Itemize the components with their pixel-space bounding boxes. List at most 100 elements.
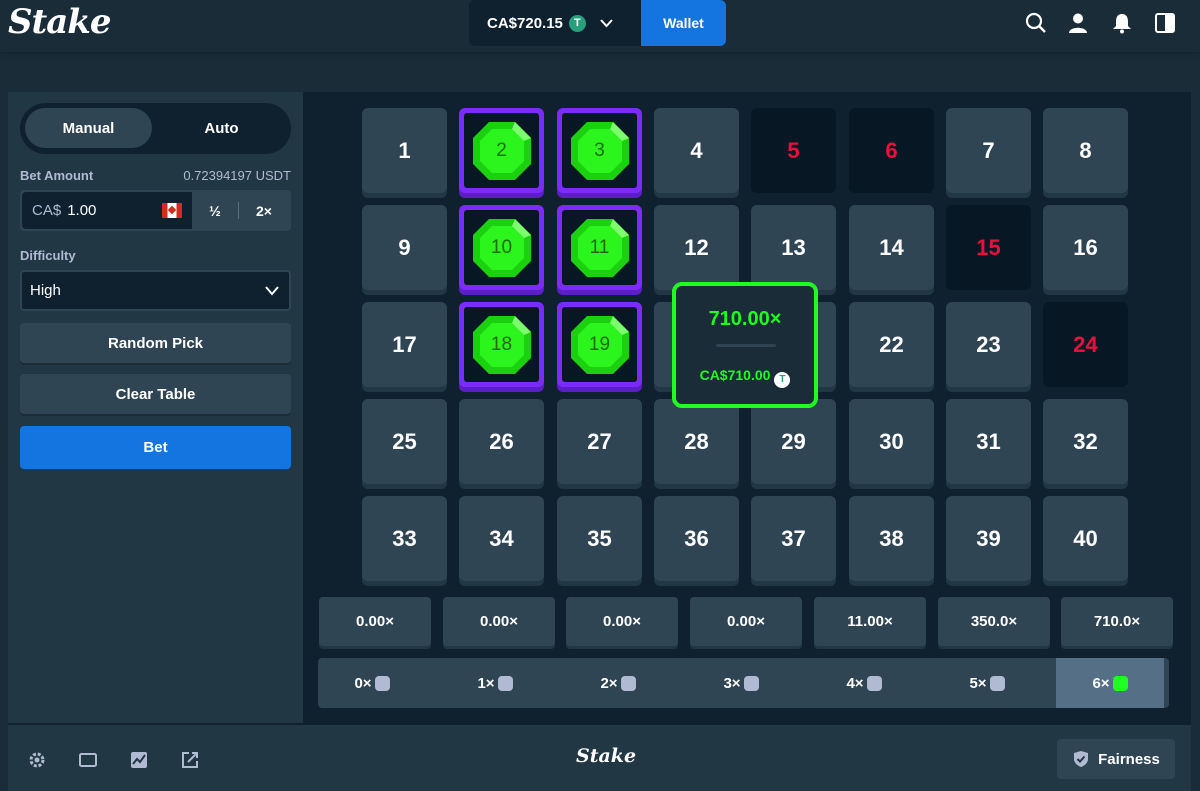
keno-tile-31[interactable]: 31 xyxy=(946,399,1031,484)
keno-tile-36[interactable]: 36 xyxy=(654,496,739,581)
keno-tile-30[interactable]: 30 xyxy=(849,399,934,484)
keno-tile-11[interactable]: 11 xyxy=(557,205,642,290)
balance-selector[interactable]: CA$720.15 T xyxy=(469,0,641,46)
tile-inner: 2 xyxy=(464,113,539,188)
hits-label: 1× xyxy=(477,674,495,692)
mode-toggle: Manual Auto xyxy=(20,103,291,154)
tile-number: 22 xyxy=(879,331,904,357)
keno-tile-1[interactable]: 1 xyxy=(362,108,447,193)
tile-number: 3 xyxy=(594,139,605,161)
payout-multiplier: 0.00× xyxy=(443,597,555,646)
keno-tile-12[interactable]: 12 xyxy=(654,205,739,290)
settings-icon[interactable] xyxy=(28,751,46,769)
keno-tile-17[interactable]: 17 xyxy=(362,302,447,387)
keno-tile-33[interactable]: 33 xyxy=(362,496,447,581)
tile-number: 28 xyxy=(684,428,709,454)
keno-tile-38[interactable]: 38 xyxy=(849,496,934,581)
keno-tile-3[interactable]: 3 xyxy=(557,108,642,193)
half-bet-button[interactable]: ½ xyxy=(192,192,238,229)
top-bar: Stake CA$720.15 T Wallet xyxy=(0,0,1200,52)
stats-icon[interactable] xyxy=(130,751,148,769)
tile-inner: 3 xyxy=(562,113,637,188)
keno-tile-29[interactable]: 29 xyxy=(751,399,836,484)
keno-tile-27[interactable]: 27 xyxy=(557,399,642,484)
hits-cell: 4× xyxy=(810,658,918,708)
sidebar-toggle-icon[interactable] xyxy=(1154,12,1176,34)
tab-manual[interactable]: Manual xyxy=(25,108,152,148)
win-amount: CA$710.00 T xyxy=(676,367,814,388)
tile-inner: 19 xyxy=(562,307,637,382)
hits-bar: 0× 1× 2× 3× 4× 5× 6× xyxy=(318,658,1169,708)
keno-tile-18[interactable]: 18 xyxy=(459,302,544,387)
hits-label: 6× xyxy=(1092,674,1110,692)
keno-tile-23[interactable]: 23 xyxy=(946,302,1031,387)
double-bet-button[interactable]: 2× xyxy=(240,192,288,229)
user-icon[interactable] xyxy=(1067,12,1089,34)
keno-tile-5[interactable]: 5 xyxy=(751,108,836,193)
tile-number: 9 xyxy=(398,234,411,260)
chevron-down-icon xyxy=(600,16,613,31)
keno-tile-8[interactable]: 8 xyxy=(1043,108,1128,193)
keno-tile-7[interactable]: 7 xyxy=(946,108,1031,193)
keno-tile-14[interactable]: 14 xyxy=(849,205,934,290)
bell-icon[interactable] xyxy=(1111,12,1133,34)
tile-number: 36 xyxy=(684,525,709,551)
tile-number: 38 xyxy=(879,525,904,551)
keno-tile-10[interactable]: 10 xyxy=(459,205,544,290)
keno-tile-13[interactable]: 13 xyxy=(751,205,836,290)
keno-tile-25[interactable]: 25 xyxy=(362,399,447,484)
tile-number: 6 xyxy=(885,137,898,163)
keno-tile-4[interactable]: 4 xyxy=(654,108,739,193)
keno-tile-28[interactable]: 28 xyxy=(654,399,739,484)
gem-icon: 2 xyxy=(471,120,533,182)
keno-tile-15[interactable]: 15 xyxy=(946,205,1031,290)
tile-number: 25 xyxy=(392,428,417,454)
popout-icon[interactable] xyxy=(181,751,199,769)
tile-number: 14 xyxy=(879,234,904,260)
payout-multiplier: 11.00× xyxy=(814,597,926,646)
theatre-mode-icon[interactable] xyxy=(79,751,97,769)
tile-number: 30 xyxy=(879,428,904,454)
tether-coin-icon: T xyxy=(774,372,791,388)
keno-tile-22[interactable]: 22 xyxy=(849,302,934,387)
keno-tile-16[interactable]: 16 xyxy=(1043,205,1128,290)
tile-number: 33 xyxy=(392,525,417,551)
bet-amount-input[interactable]: CA$ 1.00 xyxy=(22,192,192,229)
keno-tile-40[interactable]: 40 xyxy=(1043,496,1128,581)
bet-button[interactable]: Bet xyxy=(20,426,291,469)
keno-tile-2[interactable]: 2 xyxy=(459,108,544,193)
difficulty-select[interactable]: High xyxy=(20,270,291,311)
gem-count-icon xyxy=(866,675,882,691)
clear-table-button[interactable]: Clear Table xyxy=(20,374,291,414)
stake-logo[interactable]: Stake xyxy=(8,2,111,42)
keno-tile-37[interactable]: 37 xyxy=(751,496,836,581)
tile-number: 16 xyxy=(1073,234,1098,260)
keno-tile-32[interactable]: 32 xyxy=(1043,399,1128,484)
tile-number: 7 xyxy=(982,137,995,163)
tile-inner: 10 xyxy=(464,210,539,285)
payout-multiplier: 0.00× xyxy=(566,597,678,646)
difficulty-value: High xyxy=(30,282,61,299)
search-icon[interactable] xyxy=(1025,12,1047,34)
hits-label: 3× xyxy=(723,674,741,692)
tile-number: 4 xyxy=(690,137,703,163)
keno-tile-24[interactable]: 24 xyxy=(1043,302,1128,387)
bet-panel: Manual Auto Bet Amount 0.72394197 USDT C… xyxy=(8,92,303,723)
gem-icon: 3 xyxy=(569,120,631,182)
keno-tile-39[interactable]: 39 xyxy=(946,496,1031,581)
wallet-button[interactable]: Wallet xyxy=(641,0,726,46)
win-multiplier: 710.00× xyxy=(708,308,782,330)
keno-tile-26[interactable]: 26 xyxy=(459,399,544,484)
fairness-button[interactable]: Fairness xyxy=(1057,739,1175,779)
keno-tile-19[interactable]: 19 xyxy=(557,302,642,387)
keno-tile-34[interactable]: 34 xyxy=(459,496,544,581)
keno-tile-9[interactable]: 9 xyxy=(362,205,447,290)
shield-check-icon xyxy=(1074,751,1089,767)
keno-tile-6[interactable]: 6 xyxy=(849,108,934,193)
tile-number: 37 xyxy=(781,525,806,551)
tab-auto[interactable]: Auto xyxy=(158,108,285,148)
random-pick-button[interactable]: Random Pick xyxy=(20,323,291,363)
tile-number: 24 xyxy=(1073,331,1098,357)
keno-tile-35[interactable]: 35 xyxy=(557,496,642,581)
tether-coin-icon: T xyxy=(568,14,586,32)
